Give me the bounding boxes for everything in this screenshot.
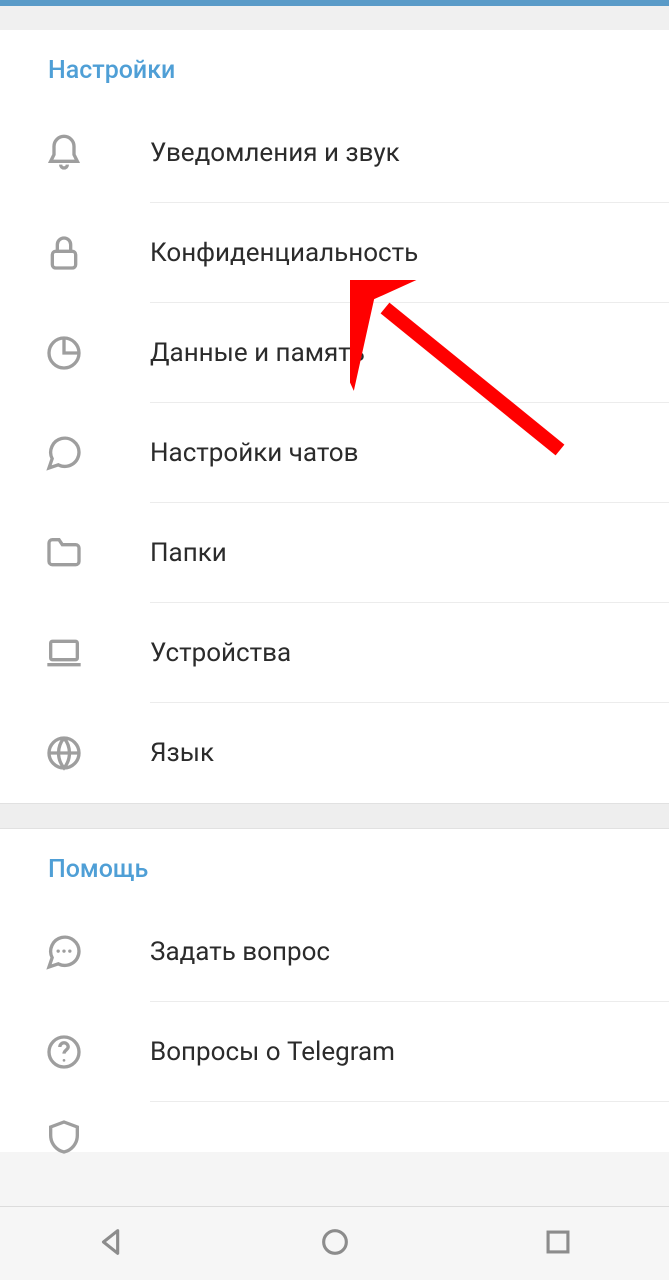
nav-recent-button[interactable]: [541, 1225, 575, 1263]
folder-icon: [0, 533, 150, 573]
settings-item-devices[interactable]: Устройства: [0, 603, 669, 703]
settings-item-label: Конфиденциальность: [150, 238, 418, 268]
settings-item-label: Папки: [150, 538, 227, 568]
settings-item-notifications[interactable]: Уведомления и звук: [0, 103, 669, 203]
chat-icon: [0, 433, 150, 473]
nav-back-button[interactable]: [95, 1225, 129, 1263]
help-header: Помощь: [0, 829, 669, 902]
settings-header: Настройки: [0, 30, 669, 103]
help-item-faq[interactable]: Вопросы о Telegram: [0, 1002, 669, 1102]
system-nav-bar: [0, 1206, 669, 1280]
pie-icon: [0, 333, 150, 373]
settings-item-privacy[interactable]: Конфиденциальность: [0, 203, 669, 303]
lock-icon: [0, 233, 150, 273]
settings-item-label: Устройства: [150, 638, 291, 668]
settings-item-label: Настройки чатов: [150, 438, 359, 468]
help-item-partial[interactable]: [0, 1102, 669, 1152]
globe-icon: [0, 733, 150, 773]
help-item-label: Вопросы о Telegram: [150, 1037, 395, 1067]
help-item-ask[interactable]: Задать вопрос: [0, 902, 669, 1002]
help-item-label: Задать вопрос: [150, 937, 330, 967]
settings-item-data[interactable]: Данные и память: [0, 303, 669, 403]
laptop-icon: [0, 633, 150, 673]
settings-item-label: Язык: [150, 738, 214, 768]
settings-item-label: Уведомления и звук: [150, 138, 400, 168]
settings-item-label: Данные и память: [150, 338, 365, 368]
nav-home-button[interactable]: [318, 1225, 352, 1263]
chat-dots-icon: [0, 932, 150, 972]
top-spacer: [0, 6, 669, 30]
settings-item-chats[interactable]: Настройки чатов: [0, 403, 669, 503]
bell-icon: [0, 133, 150, 173]
screen: Настройки Уведомления и звук Конфиденциа…: [0, 0, 669, 1280]
shield-icon: [0, 1097, 150, 1157]
settings-item-language[interactable]: Язык: [0, 703, 669, 803]
settings-item-folders[interactable]: Папки: [0, 503, 669, 603]
content-area: Настройки Уведомления и звук Конфиденциа…: [0, 6, 669, 1206]
settings-section: Настройки Уведомления и звук Конфиденциа…: [0, 30, 669, 803]
question-icon: [0, 1032, 150, 1072]
help-section: Помощь Задать вопрос Вопросы о Telegram: [0, 829, 669, 1152]
section-gap: [0, 803, 669, 829]
